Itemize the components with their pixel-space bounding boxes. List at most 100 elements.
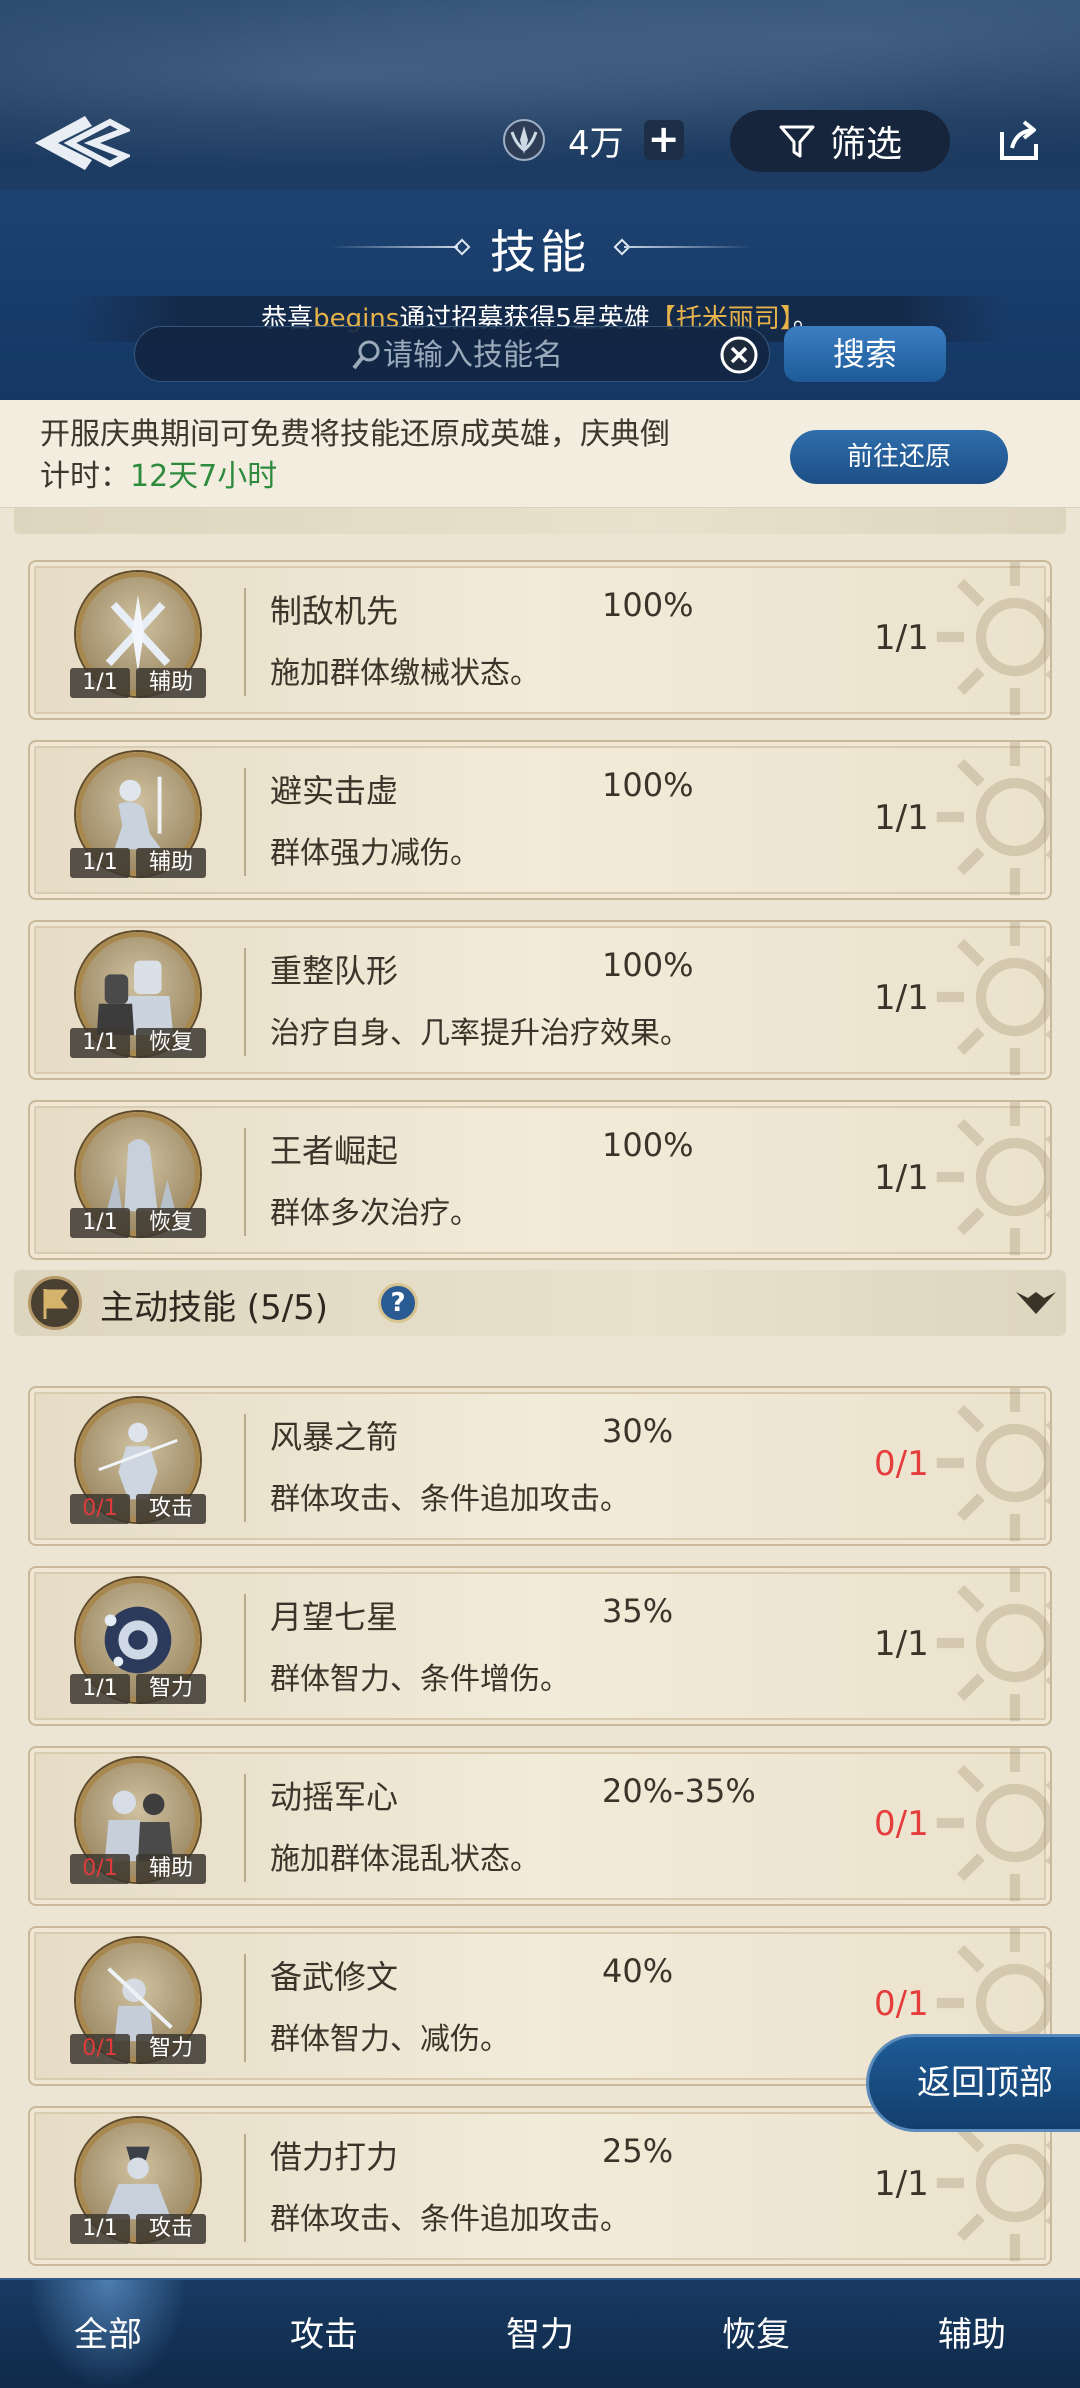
skill-category: 辅助 (136, 1854, 206, 1884)
skill-category: 智力 (136, 1674, 206, 1704)
sun-watermark-icon (936, 1102, 1050, 1256)
skill-description: 治疗自身、几率提升治疗效果。 (270, 1016, 690, 1051)
sun-watermark-icon (936, 1568, 1050, 1722)
skill-category: 智力 (136, 2034, 206, 2064)
divider (244, 948, 246, 1056)
skill-probability: 100% (602, 586, 694, 624)
skill-description: 群体攻击、条件追加攻击。 (270, 2202, 630, 2237)
divider (244, 768, 246, 876)
skill-card[interactable]: 1/1 辅助 避实击虚 100% 群体强力减伤。 1/1 (28, 740, 1052, 900)
skill-level-badge: 1/1 攻击 (70, 2214, 206, 2244)
skill-level-badge: 1/1 恢复 (70, 1028, 206, 1058)
skill-probability: 40% (602, 1952, 674, 1990)
skill-name: 王者崛起 (270, 1132, 399, 1170)
share-icon[interactable] (996, 118, 1042, 164)
skill-owned-count: 1/1 (874, 1158, 929, 1198)
skill-probability: 100% (602, 946, 694, 984)
divider (244, 2134, 246, 2242)
skill-fraction: 1/1 (70, 1674, 130, 1704)
skill-list[interactable]: 1/1 辅助 制敌机先 100% 施加群体缴械状态。 1/1 1/1 辅助 避实… (0, 508, 1080, 2278)
skill-fraction: 0/1 (70, 2034, 130, 2064)
skill-owned-count: 1/1 (874, 618, 929, 658)
skill-category: 攻击 (136, 1494, 206, 1524)
skill-description: 群体多次治疗。 (270, 1196, 480, 1231)
sun-watermark-icon (936, 1748, 1050, 1902)
search-box[interactable] (134, 326, 770, 383)
sun-watermark-icon (936, 922, 1050, 1076)
skill-probability: 20%-35% (602, 1772, 756, 1810)
back-to-top-button[interactable]: 返回顶部 (866, 2034, 1080, 2132)
skill-level-badge: 0/1 智力 (70, 2034, 206, 2064)
active-section-header[interactable]: 主动技能 (5/5) ? (14, 1270, 1066, 1336)
skill-card[interactable]: 0/1 攻击 风暴之箭 30% 群体攻击、条件追加攻击。 0/1 (28, 1386, 1052, 1546)
skill-probability: 25% (602, 2132, 674, 2170)
restore-notice: 开服庆典期间可免费将技能还原成英雄，庆典倒计时：12天7小时 前往还原 (0, 400, 1080, 508)
skill-fraction: 1/1 (70, 668, 130, 698)
skill-probability: 35% (602, 1592, 674, 1630)
skill-owned-count: 0/1 (874, 1984, 929, 2024)
divider (244, 588, 246, 696)
skill-card[interactable]: 1/1 智力 月望七星 35% 群体智力、条件增伤。 1/1 (28, 1566, 1052, 1726)
passive-section-header[interactable] (14, 508, 1066, 534)
skill-category: 恢复 (136, 1208, 206, 1238)
skill-level-badge: 1/1 辅助 (70, 848, 206, 878)
skill-description: 群体智力、减伤。 (270, 2022, 510, 2057)
skill-card[interactable]: 1/1 攻击 借力打力 25% 群体攻击、条件追加攻击。 1/1 (28, 2106, 1052, 2266)
skill-name: 避实击虚 (270, 772, 399, 810)
skill-fraction: 0/1 (70, 1854, 130, 1884)
skill-level-badge: 1/1 智力 (70, 1674, 206, 1704)
collapse-icon[interactable] (1014, 1288, 1058, 1318)
search-button[interactable]: 搜索 (784, 326, 946, 382)
title-ornament-right (624, 246, 752, 248)
divider (244, 1774, 246, 1882)
funnel-icon (779, 125, 815, 158)
skill-probability: 100% (602, 766, 694, 804)
skill-category: 辅助 (136, 848, 206, 878)
skill-probability: 30% (602, 1412, 674, 1450)
add-currency-button[interactable]: + (643, 120, 684, 160)
skill-fraction: 1/1 (70, 2214, 130, 2244)
tab-0[interactable]: 全部 (0, 2280, 216, 2388)
skill-card[interactable]: 0/1 辅助 动摇军心 20%-35% 施加群体混乱状态。 0/1 (28, 1746, 1052, 1906)
laurel-coin-icon (503, 119, 545, 161)
skill-name: 月望七星 (270, 1598, 399, 1636)
skill-card[interactable]: 1/1 恢复 重整队形 100% 治疗自身、几率提升治疗效果。 1/1 (28, 920, 1052, 1080)
skill-name: 备武修文 (270, 1958, 399, 1996)
restore-button[interactable]: 前往还原 (790, 430, 1008, 484)
skill-name: 借力打力 (270, 2138, 399, 2176)
header: 4万 + 筛选 技能 恭喜begins通过招募获得5星英雄【托米丽司】。 搜索 (0, 0, 1080, 400)
skill-level-badge: 1/1 恢复 (70, 1208, 206, 1238)
tab-1[interactable]: 攻击 (216, 2280, 432, 2388)
search-input[interactable] (383, 327, 713, 383)
skill-description: 群体智力、条件增伤。 (270, 1662, 570, 1697)
currency-display: 4万 + (500, 110, 684, 170)
notice-text: 开服庆典期间可免费将技能还原成英雄，庆典倒计时：12天7小时 (40, 417, 670, 494)
tab-4[interactable]: 辅助 (864, 2280, 1080, 2388)
tab-3[interactable]: 恢复 (648, 2280, 864, 2388)
tab-2[interactable]: 智力 (432, 2280, 648, 2388)
skill-name: 风暴之箭 (270, 1418, 399, 1456)
skill-name: 制敌机先 (270, 592, 399, 630)
skill-category: 恢复 (136, 1028, 206, 1058)
skill-description: 群体强力减伤。 (270, 836, 480, 871)
clear-icon[interactable] (719, 335, 759, 375)
banner-icon (28, 1276, 82, 1330)
skill-card[interactable]: 1/1 恢复 王者崛起 100% 群体多次治疗。 1/1 (28, 1100, 1052, 1260)
help-icon[interactable]: ? (378, 1283, 418, 1323)
skill-level-badge: 0/1 攻击 (70, 1494, 206, 1524)
skill-name: 动摇军心 (270, 1778, 399, 1816)
filter-button[interactable]: 筛选 (730, 110, 950, 172)
skill-description: 施加群体缴械状态。 (270, 656, 540, 691)
sun-watermark-icon (936, 742, 1050, 896)
countdown: 12天7小时 (130, 459, 278, 494)
divider (244, 1128, 246, 1236)
skill-card[interactable]: 1/1 辅助 制敌机先 100% 施加群体缴械状态。 1/1 (28, 560, 1052, 720)
skill-fraction: 1/1 (70, 1028, 130, 1058)
active-section-title: 主动技能 (5/5) (100, 1288, 329, 1328)
divider (244, 1954, 246, 2062)
page-title: 技能 (490, 225, 590, 279)
divider (244, 1414, 246, 1522)
skill-fraction: 0/1 (70, 1494, 130, 1524)
back-arrow-icon[interactable] (30, 108, 130, 178)
sun-watermark-icon (936, 562, 1050, 716)
